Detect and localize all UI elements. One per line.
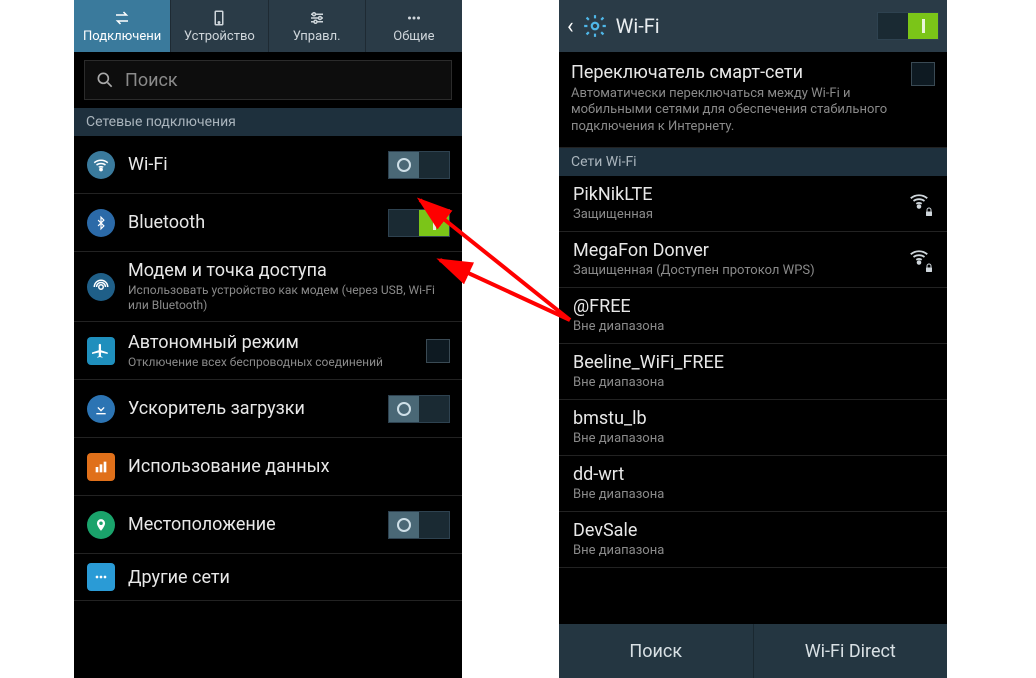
smart-switch-row[interactable]: Переключатель смарт-сети Автоматически п… — [559, 52, 947, 148]
chart-icon — [86, 452, 116, 482]
booster-toggle[interactable] — [388, 395, 450, 423]
tab-device[interactable]: Устройство — [171, 0, 268, 52]
tab-label: Общие — [393, 29, 434, 44]
search-placeholder: Поиск — [125, 70, 178, 91]
row-other-networks[interactable]: Другие сети — [74, 554, 462, 601]
network-name: Beeline_WiFi_FREE — [573, 352, 933, 373]
network-row[interactable]: dd-wrt Вне диапазона — [559, 456, 947, 512]
smart-checkbox[interactable] — [911, 62, 935, 86]
network-row[interactable]: DevSale Вне диапазона — [559, 512, 947, 568]
network-row[interactable]: @FREE Вне диапазона — [559, 288, 947, 344]
scan-button[interactable]: Поиск — [559, 624, 754, 678]
smart-title: Переключатель смарт-сети — [571, 62, 901, 83]
row-title: Ускоритель загрузки — [128, 398, 376, 419]
tab-label: Устройство — [184, 29, 255, 44]
network-list: PikNikLTE Защищенная MegaFon Donver Защищен… — [559, 176, 947, 568]
network-sub: Вне диапазона — [573, 487, 933, 502]
location-icon — [86, 510, 116, 540]
airplane-checkbox[interactable] — [426, 339, 450, 363]
wifi-toggle[interactable] — [388, 151, 450, 179]
tab-label: Подключени — [83, 29, 161, 44]
network-name: bmstu_lb — [573, 408, 933, 429]
hotspot-icon — [86, 272, 116, 302]
wifi-icon — [86, 150, 116, 180]
row-tethering[interactable]: Модем и точка доступа Использовать устро… — [74, 252, 462, 322]
swap-icon — [111, 9, 133, 27]
row-data-usage[interactable]: Использование данных — [74, 438, 462, 496]
location-toggle[interactable] — [388, 511, 450, 539]
row-sub: Отключение всех беспроводных соединений — [128, 355, 414, 370]
row-title: Другие сети — [128, 567, 450, 588]
network-row[interactable]: MegaFon Donver Защищенная (Доступен прото… — [559, 232, 947, 288]
search-icon — [95, 70, 115, 90]
wifi-direct-button[interactable]: Wi-Fi Direct — [754, 624, 948, 678]
network-row[interactable]: Beeline_WiFi_FREE Вне диапазона — [559, 344, 947, 400]
settings-screen: Подключени Устройство Управл. Общие Поис… — [74, 0, 462, 678]
network-name: dd-wrt — [573, 464, 933, 485]
tabs: Подключени Устройство Управл. Общие — [74, 0, 462, 52]
row-title: Wi-Fi — [128, 154, 376, 175]
row-airplane[interactable]: Автономный режим Отключение всех беспров… — [74, 322, 462, 380]
row-title: Bluetooth — [128, 212, 376, 233]
back-button[interactable]: ‹ — [567, 14, 574, 39]
network-row[interactable]: PikNikLTE Защищенная — [559, 176, 947, 232]
tab-connections[interactable]: Подключени — [74, 0, 171, 52]
network-row[interactable]: bmstu_lb Вне диапазона — [559, 400, 947, 456]
row-bluetooth[interactable]: Bluetooth — [74, 194, 462, 252]
section-network-connections: Сетевые подключения — [74, 108, 462, 136]
row-title: Местоположение — [128, 514, 376, 535]
row-title: Использование данных — [128, 456, 450, 477]
network-name: MegaFon Donver — [573, 240, 895, 261]
tab-label: Управл. — [293, 29, 341, 44]
network-sub: Вне диапазона — [573, 431, 933, 446]
row-sub: Использовать устройство как модем (через… — [128, 283, 450, 313]
sliders-icon — [306, 9, 328, 27]
gear-icon — [582, 13, 608, 39]
row-wifi[interactable]: Wi-Fi — [74, 136, 462, 194]
network-sub: Защищенная — [573, 207, 895, 222]
wifi-signal-icon — [905, 246, 933, 272]
tab-general[interactable]: Общие — [366, 0, 462, 52]
section-wifi-networks: Сети Wi-Fi — [559, 148, 947, 176]
network-sub: Защищенная (Доступен протокол WPS) — [573, 263, 895, 278]
network-name: PikNikLTE — [573, 184, 895, 205]
row-download-booster[interactable]: Ускоритель загрузки — [74, 380, 462, 438]
titlebar: ‹ Wi-Fi — [559, 0, 947, 52]
dots-icon — [403, 9, 425, 27]
phone-icon — [208, 9, 230, 27]
wifi-screen: ‹ Wi-Fi Переключатель смарт-сети Автомат… — [559, 0, 947, 678]
network-name: DevSale — [573, 520, 933, 541]
wifi-master-toggle[interactable] — [877, 12, 939, 40]
search-input[interactable]: Поиск — [84, 60, 452, 100]
network-sub: Вне диапазона — [573, 375, 933, 390]
bottom-bar: Поиск Wi-Fi Direct — [559, 624, 947, 678]
page-title: Wi-Fi — [616, 14, 869, 38]
more-icon — [86, 562, 116, 592]
wifi-signal-icon — [905, 190, 933, 216]
download-icon — [86, 394, 116, 424]
network-sub: Вне диапазона — [573, 319, 933, 334]
row-location[interactable]: Местоположение — [74, 496, 462, 554]
network-sub: Вне диапазона — [573, 543, 933, 558]
row-title: Автономный режим — [128, 332, 414, 353]
smart-sub: Автоматически переключаться между Wi-Fi … — [571, 86, 901, 135]
airplane-icon — [86, 336, 116, 366]
network-name: @FREE — [573, 296, 933, 317]
bluetooth-icon — [86, 208, 116, 238]
row-title: Модем и точка доступа — [128, 260, 450, 281]
tab-controls[interactable]: Управл. — [269, 0, 366, 52]
bluetooth-toggle[interactable] — [388, 209, 450, 237]
